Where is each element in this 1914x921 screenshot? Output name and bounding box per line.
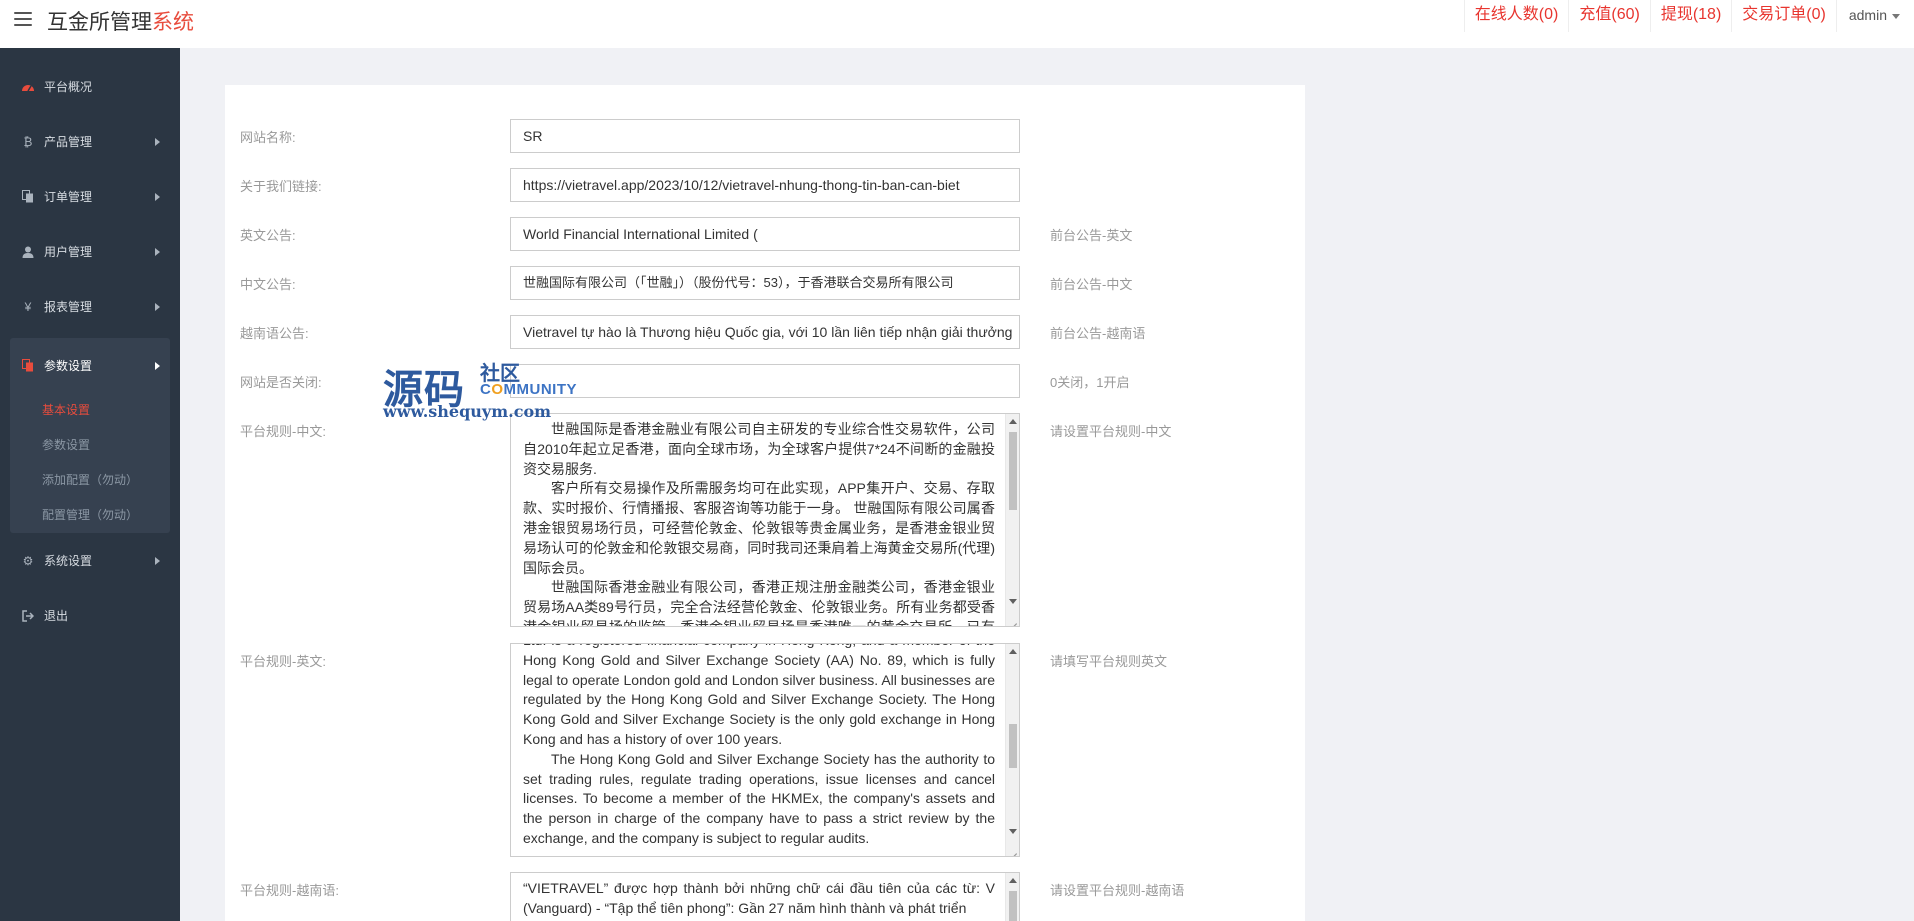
settings-form-panel: 网站名称: SR 关于我们链接: https://vietravel.app/2… xyxy=(225,85,1305,921)
username: admin xyxy=(1848,7,1887,23)
rules-cn-hint: 请设置平台规则-中文 xyxy=(1050,424,1172,439)
submenu-config-manage[interactable]: 配置管理（勿动） xyxy=(10,498,170,533)
sidebar-item-label: 退出 xyxy=(44,609,69,623)
rules-en-scrollbar[interactable] xyxy=(1005,644,1019,856)
notice-cn-hint: 前台公告-中文 xyxy=(1050,277,1133,292)
chevron-right-icon xyxy=(155,138,160,146)
submenu-add-config[interactable]: 添加配置（勿动） xyxy=(10,463,170,498)
rules-cn-paragraph: 世融国际香港金融业有限公司，香港正规注册金融类公司，香港金银业贸易场AA类89号… xyxy=(523,579,995,627)
sidebar-item-products[interactable]: ₿ 产品管理 xyxy=(0,114,180,169)
sidebar: 平台概况 ₿ 产品管理 订单管理 用户管理 ¥ 报表管理 参数设置 基本设置 参… xyxy=(0,48,180,921)
sidebar-item-label: 平台概况 xyxy=(44,80,93,94)
sidebar-item-label: 系统设置 xyxy=(44,554,93,568)
rules-vi-scrollbar[interactable] xyxy=(1005,873,1019,921)
sidebar-group-params: 参数设置 基本设置 参数设置 添加配置（勿动） 配置管理（勿动） xyxy=(10,338,170,533)
files-icon xyxy=(20,359,36,373)
chevron-right-icon xyxy=(155,557,160,565)
sidebar-item-users[interactable]: 用户管理 xyxy=(0,224,180,279)
user-menu[interactable]: admin xyxy=(1835,0,1914,32)
menu-toggle-icon[interactable] xyxy=(14,10,32,28)
sidebar-item-label: 订单管理 xyxy=(44,190,93,204)
sidebar-item-label: 报表管理 xyxy=(44,300,93,314)
scroll-thumb[interactable] xyxy=(1009,432,1017,510)
scroll-thumb[interactable] xyxy=(1009,891,1017,921)
dashboard-icon xyxy=(20,80,36,94)
rules-en-paragraph: Ltd. is a registered financial company i… xyxy=(523,644,995,747)
site-closed-hint: 0关闭，1开启 xyxy=(1050,375,1130,390)
chevron-right-icon xyxy=(155,362,160,370)
app-title: 互金所管理系统 xyxy=(47,11,194,34)
rules-cn-paragraph: 世融国际是香港金融业有限公司自主研发的专业综合性交易软件，公司自2010年起立足… xyxy=(523,421,995,477)
sidebar-item-label: 产品管理 xyxy=(44,135,93,149)
notice-cn-input[interactable]: 世融国际有限公司（「世融」）（股份代号：53），于香港联合交易所有限公司 xyxy=(510,266,1020,300)
sign-out-icon xyxy=(20,609,36,623)
trade-orders-link[interactable]: 交易订单(0) xyxy=(1731,0,1836,32)
submenu-param-settings[interactable]: 参数设置 xyxy=(10,428,170,463)
resize-grip-icon[interactable] xyxy=(1008,845,1018,855)
rules-en-hint: 请填写平台规则英文 xyxy=(1050,654,1168,669)
scroll-up-icon[interactable] xyxy=(1009,419,1017,424)
user-icon xyxy=(20,245,36,259)
scroll-down-icon[interactable] xyxy=(1009,599,1017,604)
rules-vi-textarea[interactable]: “VIETRAVEL” được hợp thành bởi những chữ… xyxy=(510,872,1020,921)
notice-vi-input[interactable]: Vietravel tự hào là Thương hiệu Quốc gia… xyxy=(510,315,1020,349)
sidebar-item-label: 参数设置 xyxy=(44,359,93,373)
notice-cn-label: 中文公告: xyxy=(240,277,296,292)
top-header: 互金所管理系统 在线人数(0) 充值(60) 提现(18) 交易订单(0) ad… xyxy=(0,0,1914,48)
chevron-down-icon xyxy=(1892,13,1900,19)
withdraw-link[interactable]: 提现(18) xyxy=(1649,0,1731,32)
rules-en-paragraph: The Hong Kong Gold and Silver Exchange S… xyxy=(523,750,995,846)
notice-en-label: 英文公告: xyxy=(240,228,296,243)
rules-cn-label: 平台规则-中文: xyxy=(240,424,326,439)
notice-vi-label: 越南语公告: xyxy=(240,326,309,341)
bitcoin-icon: ₿ xyxy=(23,134,33,149)
rules-cn-scrollbar[interactable] xyxy=(1005,414,1019,626)
sidebar-item-logout[interactable]: 退出 xyxy=(0,588,180,643)
site-closed-label: 网站是否关闭: xyxy=(240,375,322,390)
copy-icon xyxy=(20,190,36,204)
watermark-url: www.shequym.com xyxy=(383,402,552,421)
online-users-link[interactable]: 在线人数(0) xyxy=(1463,0,1569,32)
sidebar-item-reports[interactable]: ¥ 报表管理 xyxy=(0,279,180,334)
top-nav: 在线人数(0) 充值(60) 提现(18) 交易订单(0) admin xyxy=(1463,0,1914,32)
chevron-right-icon xyxy=(155,193,160,201)
scroll-up-icon[interactable] xyxy=(1009,878,1017,883)
sidebar-item-system[interactable]: ⚙ 系统设置 xyxy=(0,533,180,588)
rules-vi-hint: 请设置平台规则-越南语 xyxy=(1050,883,1185,898)
recharge-link[interactable]: 充值(60) xyxy=(1568,0,1649,32)
notice-en-input[interactable]: World Financial International Limited ( xyxy=(510,217,1020,251)
rules-en-label: 平台规则-英文: xyxy=(240,654,326,669)
scroll-down-icon[interactable] xyxy=(1009,829,1017,834)
site-name-input[interactable]: SR xyxy=(510,119,1020,153)
resize-grip-icon[interactable] xyxy=(1008,615,1018,625)
watermark-community-text: COMMUNITY xyxy=(480,381,578,398)
chevron-right-icon xyxy=(155,248,160,256)
site-name-label: 网站名称: xyxy=(240,130,296,145)
rules-cn-paragraph: 客户所有交易操作及所需服务均可在此实现，APP集开户、交易、存取款、实时报价、行… xyxy=(523,480,995,576)
rules-vi-paragraph: “VIETRAVEL” được hợp thành bởi những chữ… xyxy=(523,880,995,916)
scroll-thumb[interactable] xyxy=(1009,724,1017,768)
notice-en-hint: 前台公告-英文 xyxy=(1050,228,1133,243)
rules-en-textarea[interactable]: Ltd. is a registered financial company i… xyxy=(510,643,1020,857)
sidebar-submenu: 基本设置 参数设置 添加配置（勿动） 配置管理（勿动） xyxy=(10,393,170,533)
notice-vi-hint: 前台公告-越南语 xyxy=(1050,326,1146,341)
yen-icon: ¥ xyxy=(24,299,32,314)
submenu-basic-settings[interactable]: 基本设置 xyxy=(10,393,170,428)
about-link-label: 关于我们链接: xyxy=(240,179,322,194)
rules-cn-textarea[interactable]: 世融国际是香港金融业有限公司自主研发的专业综合性交易软件，公司自2010年起立足… xyxy=(510,413,1020,627)
sidebar-item-label: 用户管理 xyxy=(44,245,93,259)
about-link-input[interactable]: https://vietravel.app/2023/10/12/vietrav… xyxy=(510,168,1020,202)
chevron-right-icon xyxy=(155,303,160,311)
sidebar-item-dashboard[interactable]: 平台概况 xyxy=(0,59,180,114)
watermark-logo: 源码 社区 COMMUNITY www.shequym.com xyxy=(383,357,598,423)
sidebar-item-orders[interactable]: 订单管理 xyxy=(0,169,180,224)
scroll-up-icon[interactable] xyxy=(1009,649,1017,654)
rules-vi-label: 平台规则-越南语: xyxy=(240,883,339,898)
gears-icon: ⚙ xyxy=(22,553,34,568)
sidebar-item-params[interactable]: 参数设置 xyxy=(10,338,170,393)
